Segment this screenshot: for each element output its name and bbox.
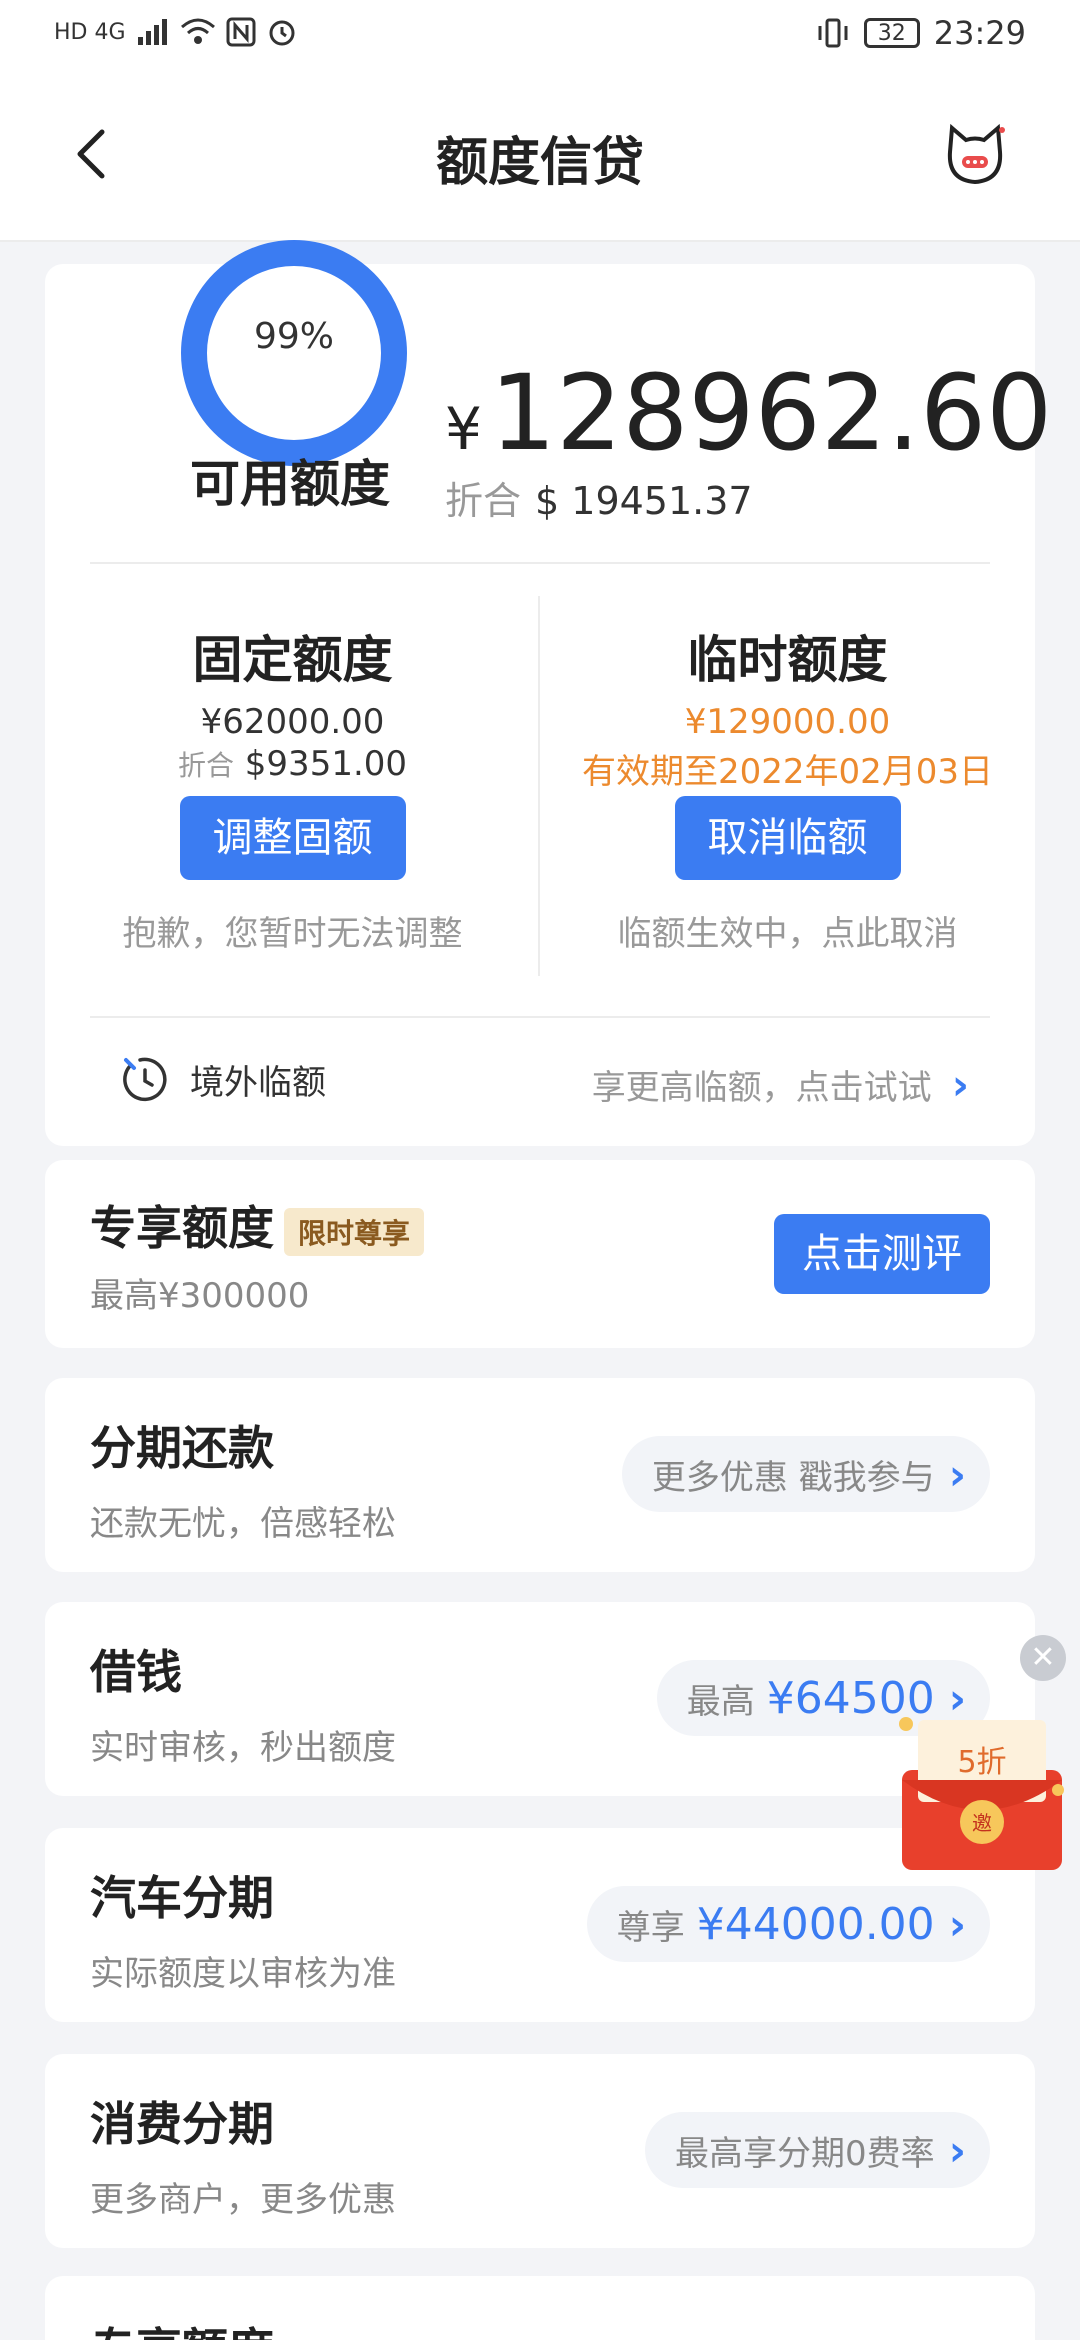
status-icons-right: 32 23:29 bbox=[816, 14, 1026, 52]
cancel-temporary-credit-button[interactable]: 取消临额 bbox=[674, 796, 901, 880]
overseas-label: 境外临额 bbox=[190, 1062, 326, 1103]
chevron-right-icon: › bbox=[951, 1060, 969, 1109]
car-installment-subtitle: 实际额度以审核为准 bbox=[90, 1954, 396, 1994]
consumer-installment-title: 消费分期 bbox=[90, 2097, 274, 2151]
evaluate-button[interactable]: 点击测评 bbox=[774, 1214, 990, 1294]
divider bbox=[90, 562, 990, 564]
car-installment-label: 尊享 bbox=[616, 1907, 685, 1948]
temporary-credit-amount: ¥129000.00 bbox=[684, 702, 891, 742]
borrow-card[interactable]: 借钱 实时审核，秒出额度 最高 ¥64500 › bbox=[45, 1602, 1035, 1796]
fixed-credit-converted: 折合 $9351.00 bbox=[45, 744, 540, 786]
alarm-icon bbox=[269, 20, 295, 46]
status-bar: HD 4G 32 23:29 bbox=[0, 0, 1080, 76]
borrow-max-label: 最高 bbox=[686, 1681, 755, 1722]
clock: 23:29 bbox=[933, 14, 1026, 52]
fixed-converted-label: 折合 bbox=[177, 749, 234, 782]
available-credit-label: 可用额度 bbox=[190, 455, 390, 513]
exclusive-credit-card: 专享额度 限时尊享 最高¥300000 点击测评 bbox=[45, 1160, 1035, 1348]
more-offers-text: 更多优惠 戳我参与 bbox=[651, 1457, 935, 1498]
wifi-icon bbox=[180, 18, 215, 44]
currency-symbol: ¥ bbox=[445, 395, 482, 463]
limited-time-tag: 限时尊享 bbox=[284, 1207, 425, 1256]
network-indicator: HD 4G bbox=[54, 19, 126, 45]
installment-repay-title: 分期还款 bbox=[90, 1421, 274, 1475]
nfc-icon bbox=[226, 17, 256, 47]
temporary-credit-validity: 有效期至2022年02月03日 bbox=[581, 752, 994, 792]
page-title: 额度信贷 bbox=[435, 133, 644, 193]
exclusive-credit-title: 专享额度 bbox=[90, 1201, 274, 1255]
discount-label: 5折 bbox=[957, 1745, 1006, 1780]
converted-amount: 折合 $ 19451.37 bbox=[445, 470, 753, 525]
car-installment-pill[interactable]: 尊享 ¥44000.00 › bbox=[586, 1886, 990, 1962]
borrow-title: 借钱 bbox=[90, 1645, 182, 1699]
fixed-converted-value: $9351.00 bbox=[244, 744, 408, 784]
nav-bar: 额度信贷 bbox=[0, 76, 1080, 242]
exclusive-credit-card-partial[interactable]: 专享额度 bbox=[45, 2276, 1035, 2340]
close-promo-icon[interactable]: ✕ bbox=[1020, 1635, 1066, 1681]
car-installment-card[interactable]: 汽车分期 实际额度以审核为准 尊享 ¥44000.00 › bbox=[45, 1828, 1035, 2022]
overseas-temporary-credit[interactable]: 境外临额 bbox=[120, 1054, 326, 1104]
temporary-credit-section: 临时额度 ¥129000.00 有效期至2022年02月03日 取消临额 临额生… bbox=[540, 620, 1035, 955]
fixed-credit-note: 抱歉，您暂时无法调整 bbox=[122, 914, 463, 954]
consumer-installment-subtitle: 更多商户，更多优惠 bbox=[90, 2180, 396, 2220]
zero-fee-pill[interactable]: 最高享分期0费率 › bbox=[645, 2112, 990, 2188]
adjust-fixed-credit-button[interactable]: 调整固额 bbox=[179, 796, 406, 880]
exclusive-credit-subtitle: 最高¥300000 bbox=[90, 1276, 310, 1316]
credit-summary-card: 99% 可用额度 ¥128962.60 折合 $ 19451.37 固定额度 ¥6… bbox=[45, 240, 1052, 1146]
installment-repay-card[interactable]: 分期还款 还款无忧，倍感轻松 更多优惠 戳我参与 › bbox=[45, 1378, 1035, 1572]
red-packet-promo[interactable]: 邀 5折 bbox=[896, 1700, 1068, 1876]
fixed-credit-title: 固定额度 bbox=[192, 631, 393, 689]
status-icons-left: HD 4G bbox=[54, 16, 298, 48]
credit-usage-percent: 99% bbox=[253, 316, 334, 357]
divider bbox=[90, 1016, 990, 1018]
borrow-subtitle: 实时审核，秒出额度 bbox=[90, 1728, 396, 1768]
available-amount-value: 128962.60 bbox=[489, 352, 1053, 474]
battery-icon: 32 bbox=[863, 18, 920, 48]
overseas-try-link[interactable]: 享更高临额，点击试试 › bbox=[592, 1060, 969, 1109]
more-offers-pill[interactable]: 更多优惠 戳我参与 › bbox=[621, 1436, 990, 1512]
temporary-credit-title: 临时额度 bbox=[687, 631, 888, 689]
overseas-clock-icon bbox=[123, 1057, 167, 1102]
vibrate-icon bbox=[818, 18, 848, 48]
consumer-installment-card[interactable]: 消费分期 更多商户，更多优惠 最高享分期0费率 › bbox=[45, 2054, 1035, 2248]
fixed-credit-amount: ¥62000.00 bbox=[200, 702, 385, 742]
installment-repay-subtitle: 还款无忧，倍感轻松 bbox=[90, 1504, 396, 1544]
red-packet-seal: 邀 bbox=[972, 1811, 992, 1835]
exclusive-credit-title-row: 专享额度 限时尊享 bbox=[90, 1192, 425, 1258]
chevron-right-icon: › bbox=[948, 1899, 966, 1949]
car-installment-value: ¥44000.00 bbox=[696, 1898, 935, 1950]
temporary-credit-note[interactable]: 临额生效中，点此取消 bbox=[540, 906, 1035, 955]
fixed-credit-section: 固定额度 ¥62000.00 折合 $9351.00 调整固额 抱歉，您暂时无法… bbox=[45, 620, 540, 955]
overseas-link-text: 享更高临额，点击试试 bbox=[591, 1068, 932, 1108]
bottom-card-title: 专享额度 bbox=[90, 2314, 274, 2340]
available-credit-amount: ¥128962.60 bbox=[445, 352, 1052, 474]
assistant-mascot-icon[interactable] bbox=[942, 122, 1008, 188]
car-installment-title: 汽车分期 bbox=[90, 1871, 274, 1925]
signal-icon bbox=[137, 19, 167, 45]
chevron-right-icon: › bbox=[948, 1449, 966, 1499]
chevron-right-icon: › bbox=[948, 2125, 966, 2175]
zero-fee-text: 最高享分期0费率 bbox=[675, 2133, 935, 2174]
converted-value: $ 19451.37 bbox=[535, 479, 753, 523]
converted-label: 折合 bbox=[445, 479, 522, 523]
